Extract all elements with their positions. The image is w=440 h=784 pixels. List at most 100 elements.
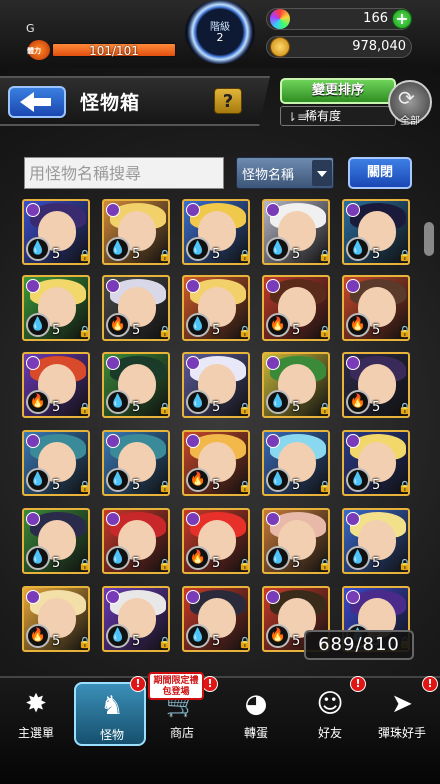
- type-badge-icon: [346, 279, 360, 293]
- lock-icon: 🔒: [398, 249, 408, 262]
- type-badge-icon: [266, 279, 280, 293]
- all-filter-label: 全部: [400, 116, 420, 127]
- monster-card[interactable]: 🔥5 🔒: [102, 275, 170, 341]
- monster-level: 5: [132, 478, 141, 493]
- monster-card[interactable]: 🔥5 🔒: [22, 352, 90, 418]
- type-badge-icon: [106, 203, 120, 217]
- monster-card[interactable]: 💧5 🔒: [182, 199, 250, 265]
- monster-card[interactable]: 💧5 🔒: [342, 508, 410, 574]
- monster-card[interactable]: 💧5 🔒: [262, 430, 330, 496]
- burst-icon: ✸: [25, 689, 47, 719]
- water-element-icon: 💧: [26, 237, 50, 261]
- fire-element-icon: 🔥: [346, 313, 370, 337]
- lock-icon: 🔒: [318, 402, 328, 415]
- water-element-icon: 💧: [266, 390, 290, 414]
- stamina-label: 體力: [27, 47, 41, 55]
- lock-icon: 🔒: [238, 249, 248, 262]
- monster-card[interactable]: 🔥5 🔒: [22, 586, 90, 652]
- monster-level: 5: [212, 556, 221, 571]
- monster-card[interactable]: 💧5 🔒: [262, 508, 330, 574]
- lock-icon: 🔒: [238, 325, 248, 338]
- type-badge-icon: [346, 356, 360, 370]
- water-element-icon: 💧: [106, 624, 130, 648]
- monster-card[interactable]: 💧5 🔒: [342, 199, 410, 265]
- water-element-icon: 💧: [186, 624, 210, 648]
- monster-search-input[interactable]: [24, 157, 224, 189]
- box-capacity-count: 689/810: [304, 630, 414, 660]
- nav-label: 好友: [317, 726, 342, 740]
- type-badge-icon: [106, 279, 120, 293]
- lock-icon: 🔒: [318, 558, 328, 571]
- lock-icon: 🔒: [238, 402, 248, 415]
- change-sort-button[interactable]: 變更排序: [280, 78, 396, 104]
- type-badge-icon: [26, 590, 40, 604]
- monster-card[interactable]: 🔥5 🔒: [182, 508, 250, 574]
- monster-card[interactable]: 🔥5 🔒: [342, 352, 410, 418]
- monster-card[interactable]: 🔥5 🔒: [262, 275, 330, 341]
- chevron-down-icon[interactable]: [312, 160, 332, 186]
- nav-item-gacha[interactable]: ◕ 轉蛋: [220, 682, 292, 746]
- monster-level: 5: [292, 556, 301, 571]
- fire-element-icon: 🔥: [26, 624, 50, 648]
- type-badge-icon: [266, 512, 280, 526]
- water-element-icon: 💧: [26, 546, 50, 570]
- monster-card[interactable]: 💧5 🔒: [182, 586, 250, 652]
- monster-card[interactable]: 💧5 🔒: [102, 586, 170, 652]
- nav-item-main-menu[interactable]: ✸ 主選單: [0, 682, 72, 746]
- monster-card[interactable]: 🔥5 🔒: [342, 275, 410, 341]
- lock-icon: 🔒: [78, 480, 88, 493]
- type-badge-icon: [106, 590, 120, 604]
- lock-icon: 🔒: [78, 249, 88, 262]
- monster-card[interactable]: 💧5 🔒: [102, 352, 170, 418]
- monster-card[interactable]: 💧5 🔒: [182, 352, 250, 418]
- water-element-icon: 💧: [106, 546, 130, 570]
- fire-element-icon: 🔥: [266, 313, 290, 337]
- lock-icon: 🔒: [158, 402, 168, 415]
- water-element-icon: 💧: [186, 313, 210, 337]
- monster-card[interactable]: 💧5 🔒: [22, 199, 90, 265]
- nav-label: 轉蛋: [243, 726, 268, 740]
- close-search-button[interactable]: 關閉: [348, 157, 412, 189]
- monster-card[interactable]: 💧5 🔒: [182, 275, 250, 341]
- grid-scrollbar[interactable]: [424, 222, 434, 256]
- monster-level: 5: [52, 556, 61, 571]
- lock-icon: 🔒: [238, 636, 248, 649]
- lock-icon: 🔒: [158, 325, 168, 338]
- help-button[interactable]: ?: [214, 88, 242, 114]
- type-badge-icon: [106, 434, 120, 448]
- monster-card[interactable]: 💧5 🔒: [102, 508, 170, 574]
- type-badge-icon: [266, 203, 280, 217]
- lock-icon: 🔒: [318, 249, 328, 262]
- lock-icon: 🔒: [78, 325, 88, 338]
- monster-level: 5: [52, 247, 61, 262]
- lock-icon: 🔒: [318, 325, 328, 338]
- lock-icon: 🔒: [158, 249, 168, 262]
- lock-icon: 🔒: [158, 558, 168, 571]
- monster-card[interactable]: 💧5 🔒: [262, 199, 330, 265]
- monster-card[interactable]: 💧5 🔒: [22, 508, 90, 574]
- monster-card[interactable]: 💧5 🔒: [102, 430, 170, 496]
- add-gems-button[interactable]: +: [392, 9, 412, 29]
- monster-level: 5: [212, 323, 221, 338]
- monster-card[interactable]: 💧5 🔒: [22, 275, 90, 341]
- sort-mode-label: 稀有度: [305, 109, 342, 123]
- monster-card[interactable]: 💧5 🔒: [22, 430, 90, 496]
- fire-element-icon: 🔥: [346, 390, 370, 414]
- monster-level: 5: [212, 400, 221, 415]
- sort-mode-display[interactable]: ⇂≡ 稀有度: [280, 106, 396, 126]
- type-badge-icon: [26, 203, 40, 217]
- monster-level: 5: [372, 478, 381, 493]
- nav-label: 商店: [169, 726, 194, 740]
- fire-element-icon: 🔥: [26, 390, 50, 414]
- fire-element-icon: 🔥: [106, 313, 130, 337]
- type-badge-icon: [346, 590, 360, 604]
- monster-card[interactable]: 💧5 🔒: [262, 352, 330, 418]
- water-element-icon: 💧: [106, 468, 130, 492]
- monster-level: 5: [52, 634, 61, 649]
- type-badge-icon: [186, 512, 200, 526]
- water-element-icon: 💧: [186, 237, 210, 261]
- monster-card[interactable]: 💧5 🔒: [102, 199, 170, 265]
- monster-card[interactable]: 🔥5 🔒: [182, 430, 250, 496]
- limited-offer-badge[interactable]: 期間限定禮包登場: [148, 672, 204, 700]
- monster-card[interactable]: 💧5 🔒: [342, 430, 410, 496]
